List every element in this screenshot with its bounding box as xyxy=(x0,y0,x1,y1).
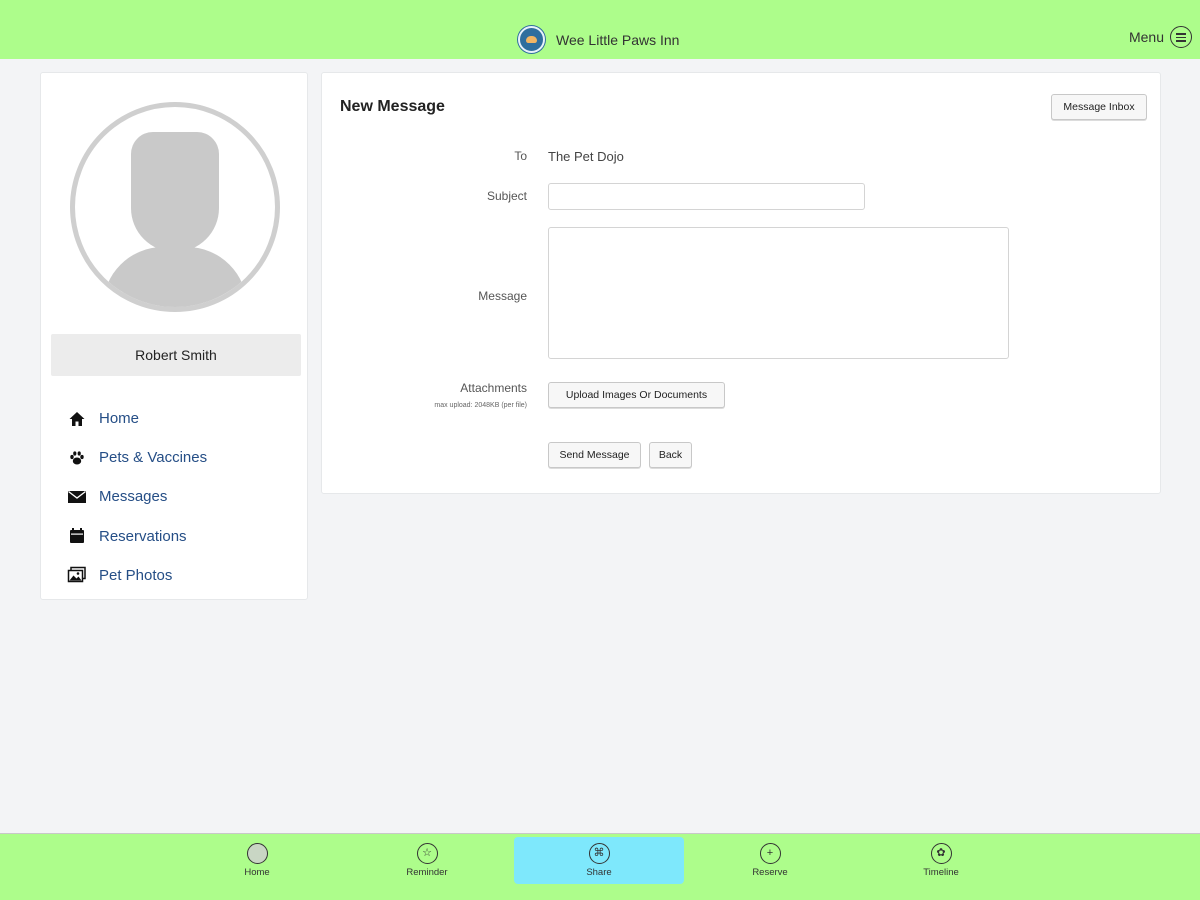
tab-label: Timeline xyxy=(923,867,959,878)
message-textarea[interactable] xyxy=(548,227,1009,359)
attachments-note: max upload: 2048KB (per file) xyxy=(434,402,527,409)
avatar xyxy=(70,102,280,312)
menu-label: Menu xyxy=(1128,29,1164,45)
subject-label: Subject xyxy=(486,189,527,203)
sidebar-item-pet-photos[interactable]: Pet Photos xyxy=(67,556,207,595)
tab-label: Home xyxy=(244,867,270,878)
message-label: Message xyxy=(478,289,527,303)
hamburger-icon xyxy=(1170,26,1192,48)
sidebar-item-label: Pets & Vaccines xyxy=(99,449,208,467)
page-title: New Message xyxy=(340,98,445,115)
calendar-icon xyxy=(67,526,87,546)
tab-reminder[interactable]: ☆ Reminder xyxy=(342,837,512,884)
sidebar-item-messages[interactable]: Messages xyxy=(67,477,207,516)
tab-label: Reserve xyxy=(752,867,788,878)
avatar-body-shape xyxy=(103,247,247,307)
brand[interactable]: Wee Little Paws Inn xyxy=(518,26,679,53)
envelope-icon xyxy=(67,487,87,507)
sidebar-nav: Home Pets & Vaccines Messages Reservatio… xyxy=(67,399,207,595)
avatar-head-shape xyxy=(131,132,219,252)
tab-label: Share xyxy=(586,867,612,878)
sidebar-item-label: Messages xyxy=(99,488,168,506)
top-bar: Wee Little Paws Inn Menu xyxy=(0,0,1200,59)
new-message-card: New Message Message Inbox To The Pet Doj… xyxy=(321,72,1161,494)
subject-input[interactable] xyxy=(548,183,865,210)
back-button[interactable]: Back xyxy=(649,442,692,468)
paw-circle-icon: ✿ xyxy=(930,843,952,864)
house-icon xyxy=(67,409,87,429)
to-label: To xyxy=(514,149,527,163)
menu-button[interactable]: Menu xyxy=(1129,26,1192,48)
upload-button[interactable]: Upload Images Or Documents xyxy=(548,382,725,408)
bottom-nav: Home ☆ Reminder ⌘ Share + Reserve ✿ Time… xyxy=(0,833,1200,900)
send-message-button[interactable]: Send Message xyxy=(548,442,641,468)
tab-timeline[interactable]: ✿ Timeline xyxy=(856,837,1026,884)
profile-sidebar: Robert Smith Home Pets & Vaccines Messag… xyxy=(40,72,308,600)
user-name: Robert Smith xyxy=(51,334,301,376)
sidebar-item-label: Reservations xyxy=(99,527,187,545)
tab-label: Reminder xyxy=(406,867,448,878)
tab-share[interactable]: ⌘ Share xyxy=(514,837,684,884)
sidebar-item-home[interactable]: Home xyxy=(67,399,207,438)
photos-icon xyxy=(67,565,87,585)
sidebar-item-pets-vaccines[interactable]: Pets & Vaccines xyxy=(67,438,207,477)
tab-reserve[interactable]: + Reserve xyxy=(685,837,855,884)
tab-home[interactable]: Home xyxy=(172,837,342,884)
paw-icon xyxy=(67,448,87,468)
sidebar-item-reservations[interactable]: Reservations xyxy=(67,517,207,556)
share-icon: ⌘ xyxy=(588,843,610,864)
attachments-label: Attachments xyxy=(460,381,527,395)
brand-name: Wee Little Paws Inn xyxy=(556,31,680,48)
brand-logo-icon xyxy=(518,26,545,53)
message-inbox-button[interactable]: Message Inbox xyxy=(1051,94,1147,120)
home-circle-icon xyxy=(246,843,268,864)
star-icon: ☆ xyxy=(416,843,438,864)
sidebar-item-label: Home xyxy=(99,410,140,428)
sidebar-item-label: Pet Photos xyxy=(99,566,173,584)
plus-icon: + xyxy=(759,843,781,864)
to-value: The Pet Dojo xyxy=(548,149,624,164)
